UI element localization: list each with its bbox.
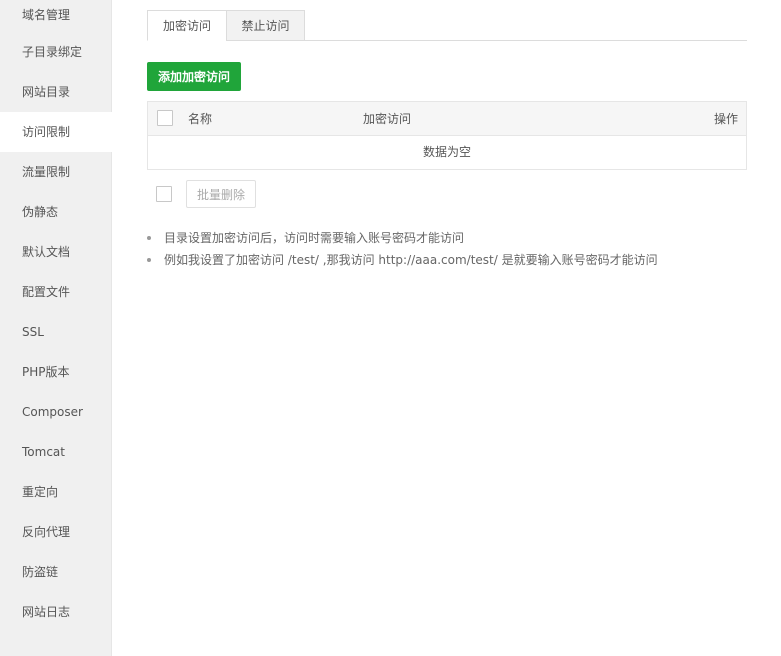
sidebar-item-site-log[interactable]: 网站日志 (0, 592, 111, 632)
column-header-actions: 操作 (713, 112, 738, 126)
sidebar-item-php-version[interactable]: PHP版本 (0, 352, 111, 392)
tip-item: 目录设置加密访问后，访问时需要输入账号密码才能访问 (147, 227, 747, 249)
sidebar-item-access-limit[interactable]: 访问限制 (0, 112, 112, 152)
sidebar: 域名管理 子目录绑定 网站目录 访问限制 流量限制 伪静态 默认文档 配置文件 … (0, 0, 112, 656)
sidebar-item-ssl[interactable]: SSL (0, 312, 111, 352)
sidebar-item-redirect[interactable]: 重定向 (0, 472, 111, 512)
select-all-checkbox[interactable] (157, 110, 173, 126)
sidebar-item-composer[interactable]: Composer (0, 392, 111, 432)
batch-delete-button[interactable]: 批量删除 (186, 180, 256, 208)
sidebar-item-config-file[interactable]: 配置文件 (0, 272, 111, 312)
sidebar-item-tomcat[interactable]: Tomcat (0, 432, 111, 472)
batch-select-checkbox[interactable] (156, 186, 172, 202)
table-header: 名称 加密访问 操作 (148, 102, 746, 136)
bullet-icon (147, 258, 151, 262)
empty-text: 数据为空 (422, 145, 471, 159)
sidebar-item-reverse-proxy[interactable]: 反向代理 (0, 512, 111, 552)
add-encrypted-access-button[interactable]: 添加加密访问 (147, 62, 241, 91)
sidebar-item-subdir-binding[interactable]: 子目录绑定 (0, 32, 111, 72)
sidebar-item-site-directory[interactable]: 网站目录 (0, 72, 111, 112)
table-empty-row: 数据为空 (148, 136, 746, 169)
encrypted-access-table: 名称 加密访问 操作 数据为空 (147, 101, 747, 170)
tab-bar: 加密访问 禁止访问 (147, 10, 747, 41)
sidebar-item-traffic-limit[interactable]: 流量限制 (0, 152, 111, 192)
column-header-name: 名称 (188, 112, 213, 126)
sidebar-item-default-doc[interactable]: 默认文档 (0, 232, 111, 272)
column-header-encrypted-access: 加密访问 (363, 112, 412, 126)
tip-text: 目录设置加密访问后，访问时需要输入账号密码才能访问 (164, 231, 465, 245)
help-tips: 目录设置加密访问后，访问时需要输入账号密码才能访问 例如我设置了加密访问 /te… (147, 227, 747, 271)
sidebar-item-hotlink-protection[interactable]: 防盗链 (0, 552, 111, 592)
sidebar-item-rewrite[interactable]: 伪静态 (0, 192, 111, 232)
bullet-icon (147, 236, 151, 240)
main-content: 加密访问 禁止访问 添加加密访问 名称 加密访问 操作 数据为空 批量删除 目录… (147, 0, 747, 656)
sidebar-item-domain[interactable]: 域名管理 (0, 0, 111, 32)
tab-forbidden-access[interactable]: 禁止访问 (226, 10, 305, 41)
tip-item: 例如我设置了加密访问 /test/ ,那我访问 http://aaa.com/t… (147, 249, 747, 271)
tip-text: 例如我设置了加密访问 /test/ ,那我访问 http://aaa.com/t… (164, 253, 658, 267)
tab-encrypted-access[interactable]: 加密访问 (147, 10, 227, 41)
